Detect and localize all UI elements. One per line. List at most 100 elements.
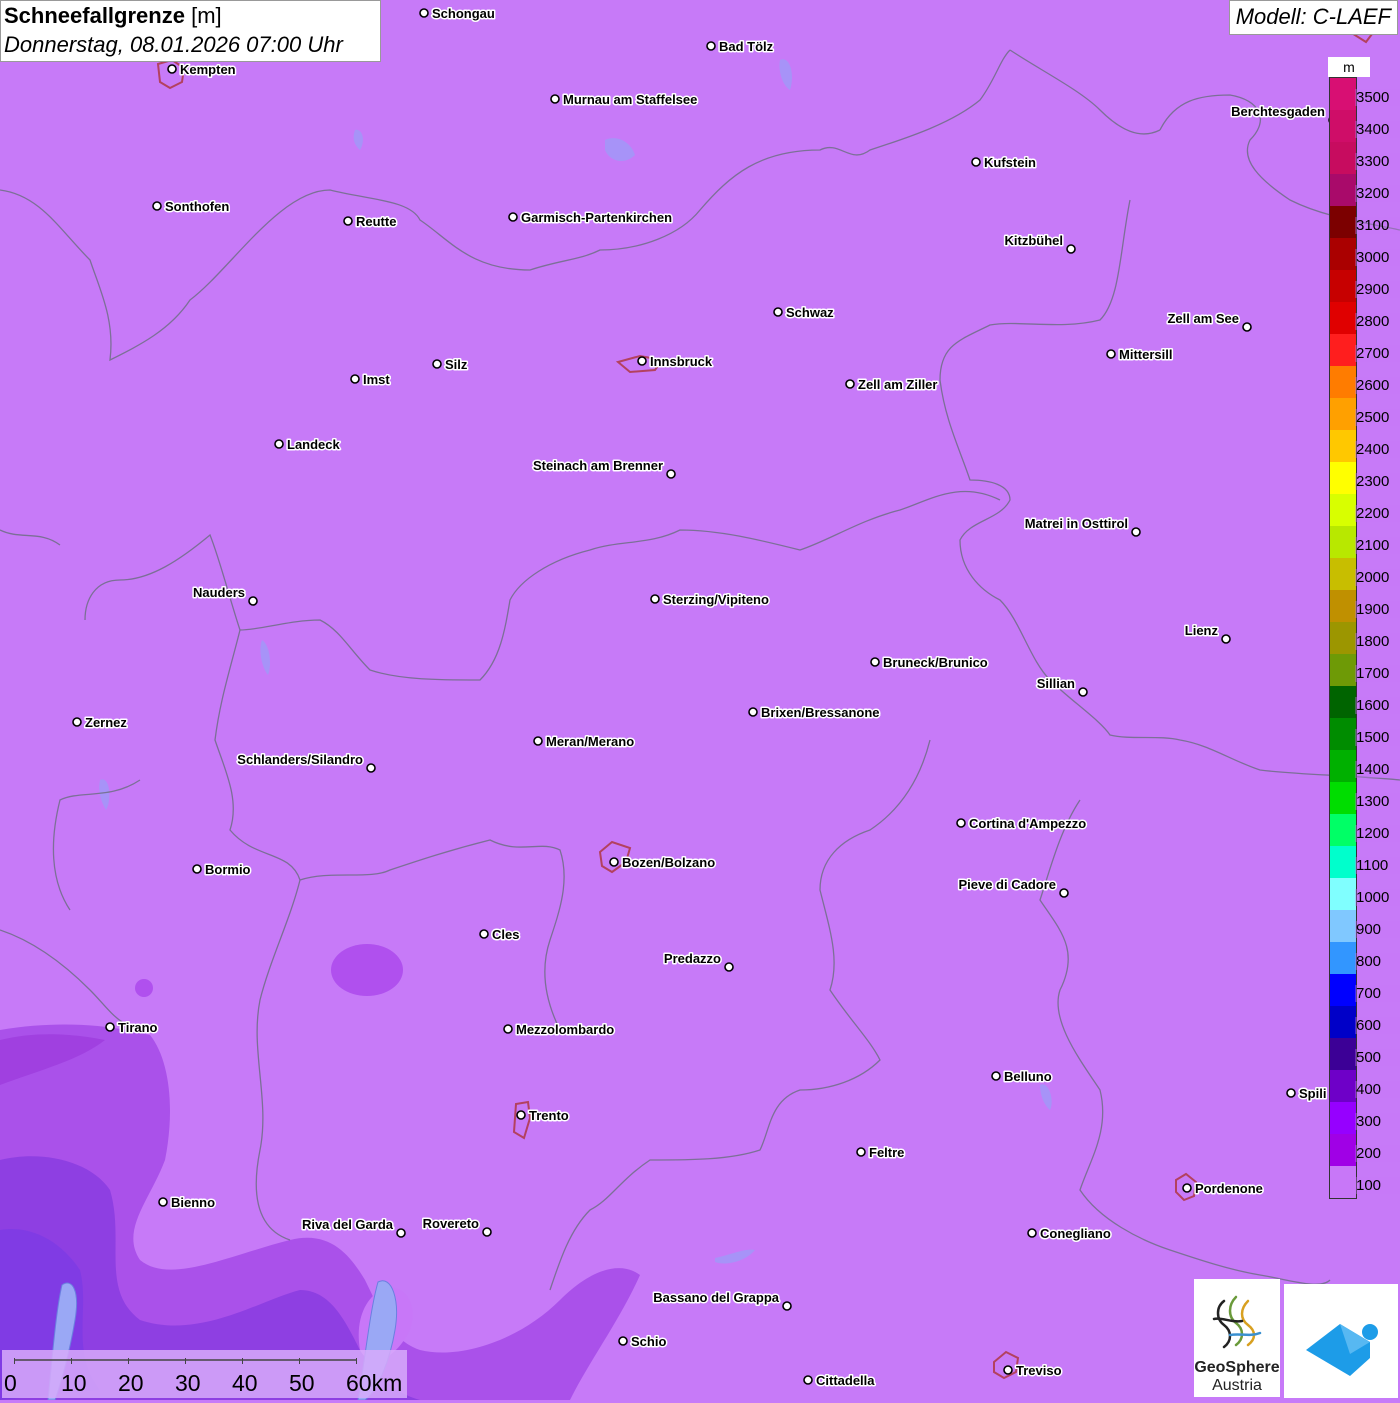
legend-label: 700 xyxy=(1355,985,1400,1002)
city-label: Kufstein xyxy=(984,155,1036,170)
map-title: Schneefallgrenze [m] xyxy=(4,3,222,29)
legend-swatch xyxy=(1330,238,1356,270)
scale-tick xyxy=(299,1358,300,1364)
city-label: Cles xyxy=(492,927,519,942)
legend-label: 600 xyxy=(1355,1017,1400,1034)
legend-label: 1900 xyxy=(1355,601,1400,618)
city-label: Zell am Ziller xyxy=(858,377,937,392)
city-marker: Brixen/Bressanone xyxy=(748,704,881,722)
legend-label: 1800 xyxy=(1355,633,1400,650)
scale-label: 50 xyxy=(289,1370,315,1396)
scale-tick xyxy=(185,1358,186,1364)
city-label: Pieve di Cadore xyxy=(958,877,1056,892)
city-dot xyxy=(637,356,647,366)
legend-label: 1400 xyxy=(1355,761,1400,778)
scale-label: 20 xyxy=(118,1370,144,1396)
legend-label: 1700 xyxy=(1355,665,1400,682)
legend-label: 2400 xyxy=(1355,441,1400,458)
city-label: Mezzolombardo xyxy=(516,1022,614,1037)
city-label: Bad Tölz xyxy=(719,39,774,54)
legend-swatch xyxy=(1330,1070,1356,1102)
city-dot xyxy=(419,8,429,18)
legend-label: 800 xyxy=(1355,953,1400,970)
city-dot xyxy=(248,596,258,606)
legend-swatch xyxy=(1330,334,1356,366)
title-main: Schneefallgrenze xyxy=(4,3,185,28)
city-label: Meran/Merano xyxy=(546,734,634,749)
city-marker: Zell am Ziller xyxy=(845,376,939,394)
city-dot xyxy=(1027,1228,1037,1238)
city-marker: Garmisch-Partenkirchen xyxy=(508,209,674,227)
city-label: Garmisch-Partenkirchen xyxy=(521,210,672,225)
city-label: Riva del Garda xyxy=(302,1217,394,1232)
city-label: Bruneck/Brunico xyxy=(883,655,988,670)
city-dot xyxy=(845,379,855,389)
scale-label: 10 xyxy=(61,1370,87,1396)
city-dot xyxy=(1182,1183,1192,1193)
city-dot xyxy=(870,657,880,667)
legend-swatch xyxy=(1330,814,1356,846)
city-label: Kitzbühel xyxy=(1005,233,1064,248)
legend-label: 100 xyxy=(1355,1177,1400,1194)
city-label: Schwaz xyxy=(786,305,834,320)
legend-label: 200 xyxy=(1355,1145,1400,1162)
legend-label: 1000 xyxy=(1355,889,1400,906)
legend-swatch xyxy=(1330,590,1356,622)
geosphere-sub: Austria xyxy=(1212,1377,1262,1394)
legend-label: 2500 xyxy=(1355,409,1400,426)
color-legend: m 3500 3400 3300 3200 3100 3000 2900 2800 2700 26… xyxy=(1328,57,1400,1207)
city-label: Sonthofen xyxy=(165,199,229,214)
city-dot xyxy=(396,1228,406,1238)
legend-label: 1200 xyxy=(1355,825,1400,842)
legend-swatch xyxy=(1330,1038,1356,1070)
legend-swatch xyxy=(1330,942,1356,974)
city-dot xyxy=(773,307,783,317)
title-unit: [m] xyxy=(191,3,222,28)
city-label: Spili xyxy=(1299,1086,1326,1101)
city-dot xyxy=(1131,527,1141,537)
city-label: Sillian xyxy=(1037,676,1075,691)
city-label: Berchtesgaden xyxy=(1231,104,1325,119)
city-label: Bienno xyxy=(171,1195,215,1210)
city-label: Pordenone xyxy=(1195,1181,1263,1196)
legend-swatch xyxy=(1330,494,1356,526)
legend-label: 1600 xyxy=(1355,697,1400,714)
legend-label: 3500 xyxy=(1355,89,1400,106)
scale-label: 40 xyxy=(232,1370,258,1396)
scale-label: 0 xyxy=(4,1370,17,1396)
city-dot xyxy=(274,439,284,449)
city-label: Bormio xyxy=(205,862,251,877)
city-dot xyxy=(650,594,660,604)
legend-swatch xyxy=(1330,686,1356,718)
legend-swatch xyxy=(1330,206,1356,238)
map-canvas[interactable]: Schongau Bad Tölz Kempten Murnau am Staffel… xyxy=(0,0,1400,1400)
city-dot xyxy=(550,94,560,104)
city-label: Tirano xyxy=(118,1020,158,1035)
city-dot xyxy=(856,1147,866,1157)
city-label: Rovereto xyxy=(423,1216,479,1231)
city-label: Murnau am Staffelsee xyxy=(563,92,697,107)
city-label: Zernez xyxy=(85,715,127,730)
city-label: Matrei in Osttirol xyxy=(1025,516,1128,531)
city-dot xyxy=(479,929,489,939)
city-label: Imst xyxy=(363,372,390,387)
scale-bar-line xyxy=(14,1359,356,1361)
legend-colorbar xyxy=(1329,77,1357,1199)
scale-bar: 0 10 20 30 40 50 60km xyxy=(2,1350,407,1398)
legend-label: 2900 xyxy=(1355,281,1400,298)
city-label: Bozen/Bolzano xyxy=(622,855,715,870)
legend-label: 3000 xyxy=(1355,249,1400,266)
legend-label: 2000 xyxy=(1355,569,1400,586)
geosphere-logo: GeoSphere Austria xyxy=(1194,1279,1280,1397)
legend-label: 2300 xyxy=(1355,473,1400,490)
legend-label: 2600 xyxy=(1355,377,1400,394)
legend-unit: m xyxy=(1328,57,1370,77)
city-label: Silz xyxy=(445,357,468,372)
city-marker: Conegliano xyxy=(1027,1225,1112,1243)
legend-label: 2700 xyxy=(1355,345,1400,362)
legend-swatch xyxy=(1330,174,1356,206)
city-label: Conegliano xyxy=(1040,1226,1111,1241)
legend-label: 3300 xyxy=(1355,153,1400,170)
city-marker: Sterzing/Vipiteno xyxy=(650,591,770,609)
city-dot xyxy=(1242,322,1252,332)
